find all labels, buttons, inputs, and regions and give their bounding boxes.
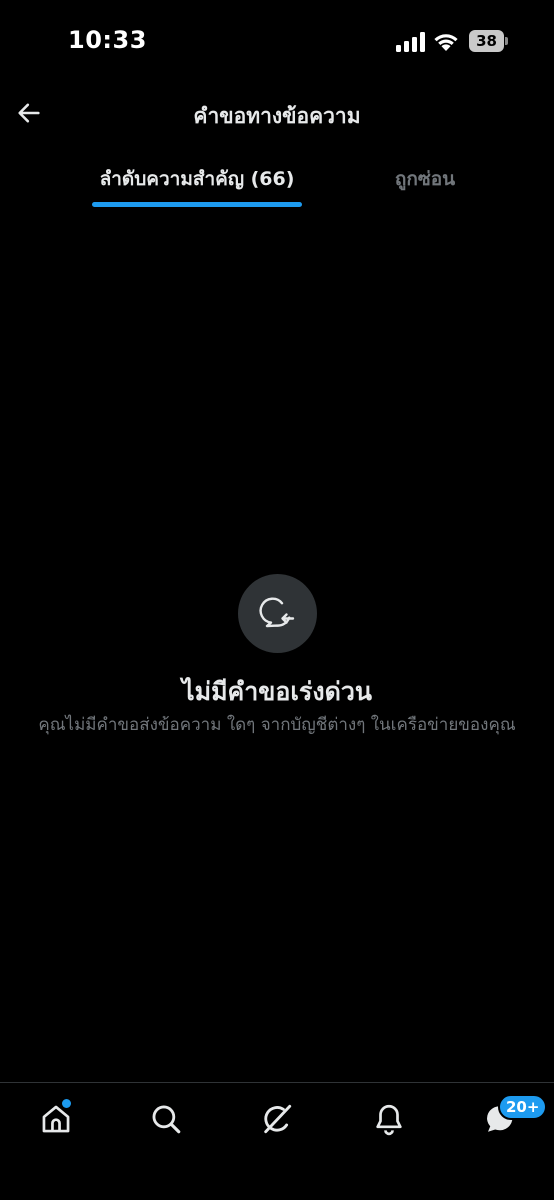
empty-state-description: คุณไม่มีคำขอส่งข้อความ ใดๆ จากบัญชีต่างๆ… xyxy=(38,715,516,735)
signal-icon xyxy=(396,32,425,52)
nav-grok[interactable] xyxy=(257,1099,297,1139)
tab-priority-label: ลำดับความสำคัญ (66) xyxy=(99,168,295,190)
page-title: คำขอทางข้อความ xyxy=(193,104,361,128)
home-notification-dot xyxy=(62,1099,71,1108)
nav-search[interactable] xyxy=(146,1099,186,1139)
wifi-icon xyxy=(434,34,458,51)
empty-state-icon-circle xyxy=(238,574,317,653)
bottom-nav xyxy=(0,1082,554,1200)
battery-tip xyxy=(505,37,508,45)
nav-notifications[interactable] xyxy=(369,1099,409,1139)
battery-level: 38 xyxy=(469,30,504,52)
status-bar: 10:33 38 xyxy=(0,0,554,84)
grok-icon xyxy=(264,1104,292,1134)
empty-state-title: ไม่มีคำขอเร่งด่วน xyxy=(182,677,372,706)
tab-hidden[interactable]: ถูกซ่อน xyxy=(370,150,480,212)
screen: 10:33 38 คำขอทางข้อความ ลำดับความสำคัญ ( xyxy=(0,0,554,1200)
tab-bar: ลำดับความสำคัญ (66) ถูกซ่อน xyxy=(0,150,554,212)
status-time: 10:33 xyxy=(68,26,147,54)
header: คำขอทางข้อความ xyxy=(0,84,554,144)
tab-hidden-label: ถูกซ่อน xyxy=(394,168,456,190)
tab-active-indicator xyxy=(92,202,302,207)
battery-icon: 38 xyxy=(469,30,509,52)
nav-home[interactable] xyxy=(36,1099,76,1139)
message-request-icon xyxy=(258,597,294,627)
messages-badge: 20+ xyxy=(498,1094,548,1120)
bell-icon xyxy=(376,1104,402,1136)
search-icon xyxy=(152,1105,181,1134)
